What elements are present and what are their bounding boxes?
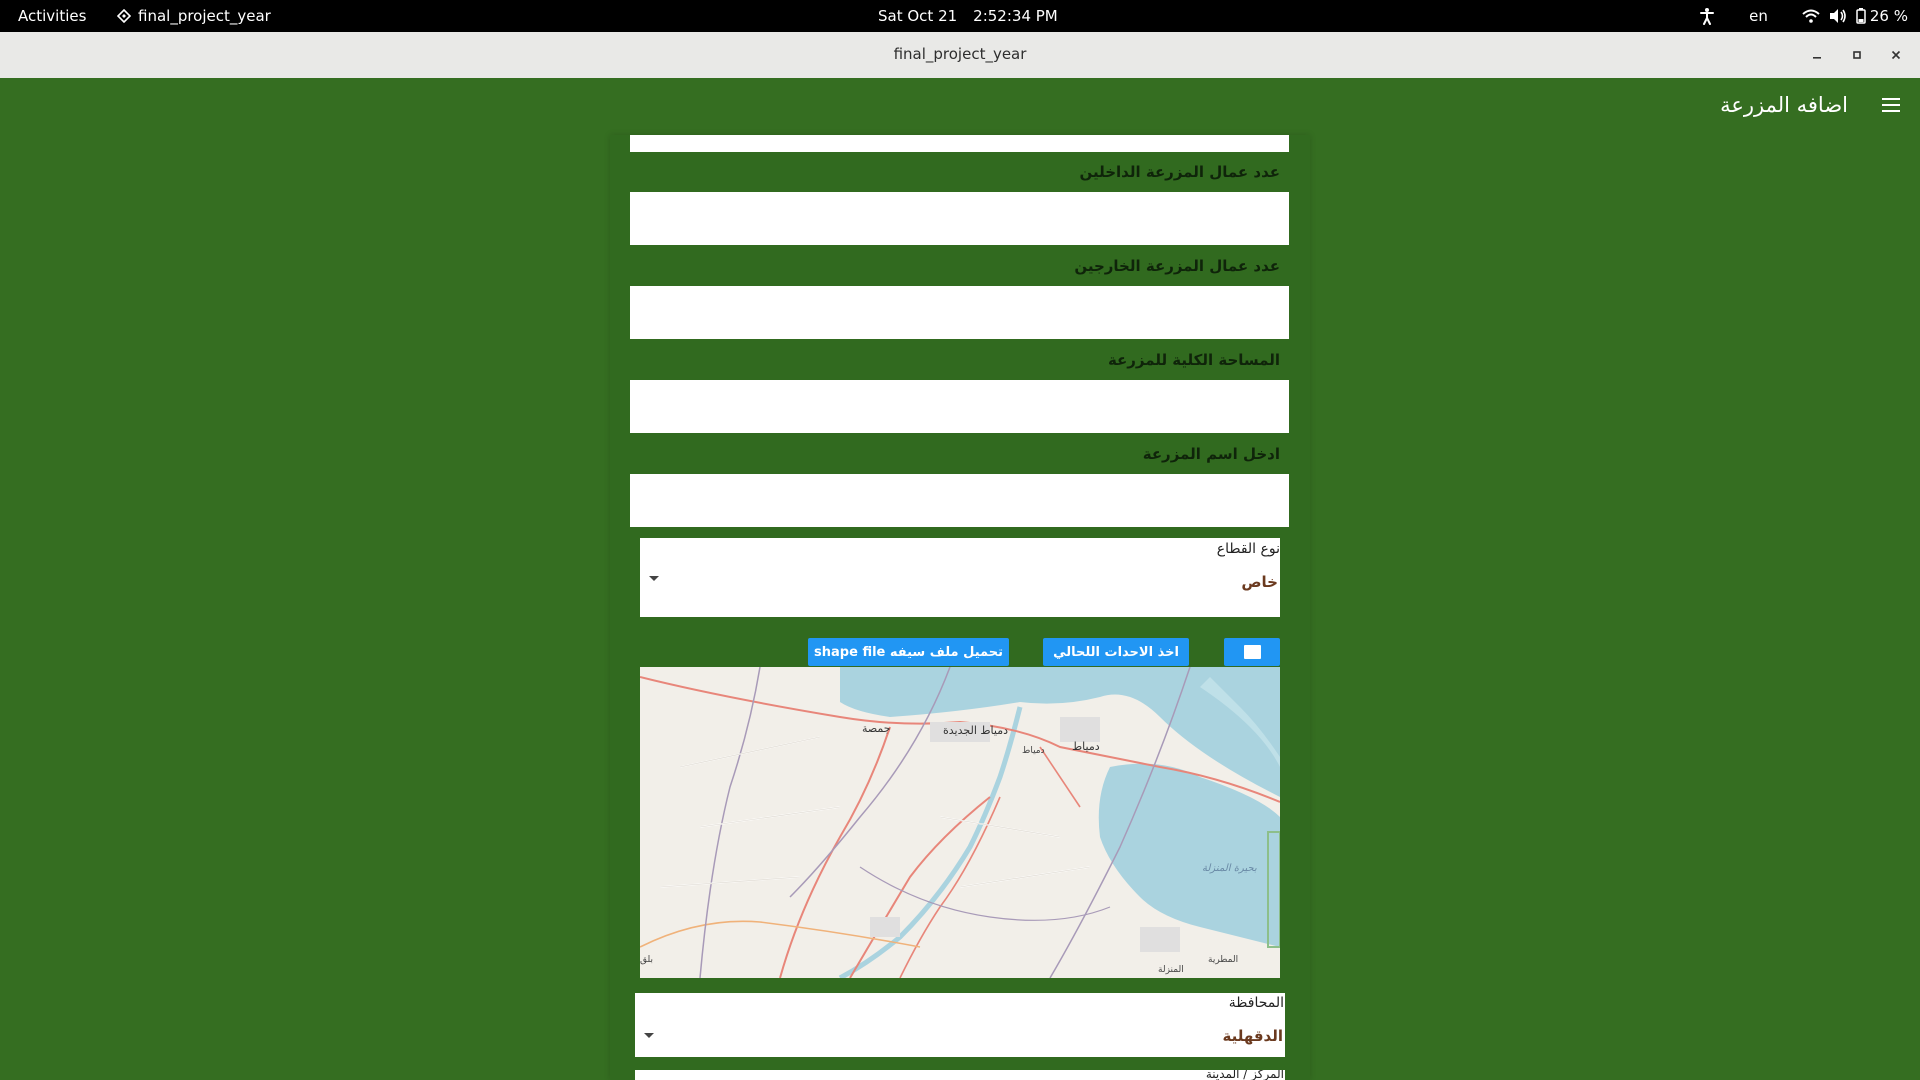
page-title: اضافه المزرعة xyxy=(1720,93,1848,117)
map-label: دمياط الجديدة xyxy=(943,724,1009,737)
close-button[interactable] xyxy=(1884,43,1908,67)
previous-field-partial[interactable] xyxy=(630,135,1289,152)
battery-percentage: 26 % xyxy=(1869,7,1908,25)
map-label: المنزلة xyxy=(1158,965,1184,975)
map-label: جمصة xyxy=(862,722,891,735)
maximize-icon xyxy=(1853,51,1861,59)
volume-icon xyxy=(1829,8,1847,24)
city-dropdown-partial[interactable]: المركز / المدينة xyxy=(635,1070,1285,1080)
current-location-button[interactable]: اخذ الاحدات اللحالي xyxy=(1043,638,1189,666)
hamburger-menu-button[interactable] xyxy=(1876,94,1906,120)
language-indicator[interactable]: en xyxy=(1749,7,1768,25)
battery-icon xyxy=(1856,8,1866,24)
map-label: بلق xyxy=(640,955,653,965)
clock-time: 2:52:34 PM xyxy=(973,7,1058,25)
upload-shapefile-button[interactable]: تحميل ملف سيفه shape file xyxy=(808,638,1009,666)
governorate-value: الدقهلية xyxy=(1222,1027,1283,1045)
map-label: بحيرة المنزلة xyxy=(1202,863,1257,874)
total-area-label: المساحة الكلية للمزرعة xyxy=(1107,351,1280,369)
sector-type-value: خاص xyxy=(1241,573,1278,591)
hamburger-icon-line xyxy=(1882,110,1900,112)
map-tiles xyxy=(640,667,1280,978)
app-menu-label: final_project_year xyxy=(138,7,271,25)
clock[interactable]: Sat Oct 21 2:52:34 PM xyxy=(878,7,1074,25)
governorate-dropdown[interactable]: المحافظة الدقهلية xyxy=(635,993,1285,1057)
minimize-button[interactable] xyxy=(1805,43,1829,67)
total-area-input[interactable] xyxy=(630,380,1289,433)
external-workers-label: عدد عمال المزرعة الخارجين xyxy=(1074,257,1280,275)
system-top-bar: Activities final_project_year Sat Oct 21… xyxy=(0,0,1920,32)
map-label: دمياط xyxy=(1022,746,1045,756)
chevron-down-icon xyxy=(644,1033,654,1038)
map-label: المطرية xyxy=(1208,955,1239,965)
map-view[interactable]: جمصة دمياط الجديدة دمياط دمياط بحيرة الم… xyxy=(640,667,1280,978)
map-label: دمياط xyxy=(1072,740,1100,753)
maximize-button[interactable] xyxy=(1845,43,1869,67)
sector-type-dropdown[interactable]: نوع القطاع خاص xyxy=(640,538,1280,617)
farm-name-label: ادخل اسم المزرعة xyxy=(1142,445,1280,463)
governorate-label: المحافظة xyxy=(1228,995,1284,1011)
clock-date: Sat Oct 21 xyxy=(878,7,958,25)
window-title: final_project_year xyxy=(893,45,1027,63)
farm-form-panel[interactable]: عدد عمال المزرعة الداخلين عدد عمال المزر… xyxy=(610,135,1310,1080)
app-bar: اضافه المزرعة xyxy=(0,78,1920,135)
close-icon xyxy=(1891,50,1901,60)
minimize-icon xyxy=(1813,57,1821,59)
system-tray[interactable]: en 26 % xyxy=(1699,6,1908,26)
external-workers-input[interactable] xyxy=(630,286,1289,339)
location-checkbox-button[interactable] xyxy=(1224,638,1280,666)
window-title-bar[interactable]: final_project_year xyxy=(0,32,1920,79)
hamburger-icon-line xyxy=(1882,98,1900,100)
app-menu[interactable]: final_project_year xyxy=(117,7,271,25)
city-label: المركز / المدينة xyxy=(1205,1070,1284,1080)
sector-type-label: نوع القطاع xyxy=(1216,541,1280,557)
internal-workers-input[interactable] xyxy=(630,192,1289,245)
activities-button[interactable]: Activities xyxy=(18,7,86,25)
accessibility-icon[interactable] xyxy=(1699,7,1715,25)
internal-workers-label: عدد عمال المزرعة الداخلين xyxy=(1079,163,1280,181)
wifi-icon xyxy=(1802,9,1820,23)
chevron-down-icon xyxy=(649,576,659,581)
hamburger-icon-line xyxy=(1882,104,1900,106)
flutter-app-icon xyxy=(117,9,131,23)
checkbox-icon xyxy=(1243,645,1261,659)
farm-name-input[interactable] xyxy=(630,474,1289,527)
